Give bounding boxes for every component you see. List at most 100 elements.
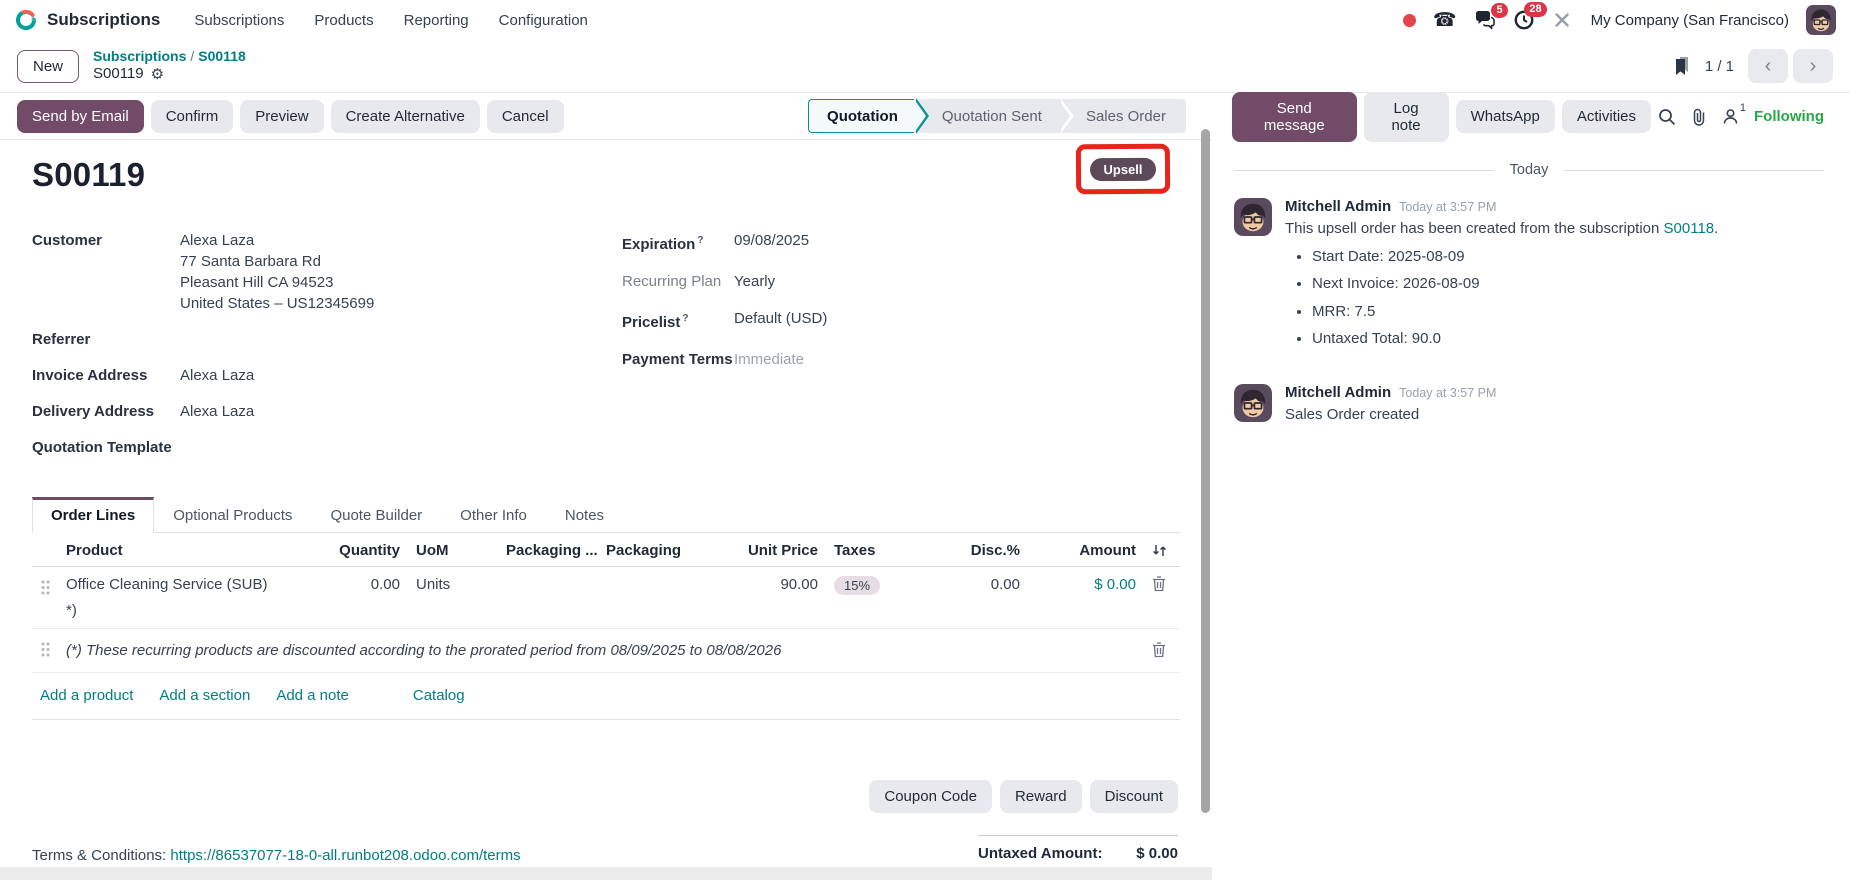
pager-next-button[interactable]: › [1793, 49, 1833, 83]
catalog-link[interactable]: Catalog [413, 687, 465, 704]
message-author-avatar[interactable] [1234, 383, 1272, 422]
field-quotation-template: Quotation Template [32, 439, 172, 456]
app-brand[interactable]: Subscriptions [14, 8, 160, 32]
whatsapp-button[interactable]: WhatsApp [1455, 100, 1555, 133]
header-product[interactable]: Product [58, 533, 308, 567]
cell-uom[interactable]: Units [408, 566, 498, 629]
status-step-quotation-sent[interactable]: Quotation Sent [913, 99, 1058, 133]
pager-previous-button[interactable]: ‹ [1748, 49, 1788, 83]
user-avatar[interactable] [1806, 5, 1836, 35]
expiration-value[interactable]: 09/08/2025 [734, 230, 809, 255]
preview-button[interactable]: Preview [240, 99, 324, 133]
attachments-icon[interactable] [1691, 108, 1707, 126]
header-unit-price[interactable]: Unit Price [716, 533, 826, 567]
add-a-note-link[interactable]: Add a note [276, 687, 349, 704]
list-item: Untaxed Total: 90.0 [1312, 328, 1718, 351]
create-alternative-button[interactable]: Create Alternative [330, 99, 480, 133]
breadcrumb-subscriptions[interactable]: Subscriptions [93, 48, 186, 64]
cancel-button[interactable]: Cancel [486, 99, 564, 133]
field-delivery-address: Delivery Address Alexa Laza [32, 401, 255, 422]
header-uom[interactable]: UoM [408, 533, 498, 567]
tab-order-lines[interactable]: Order Lines [32, 497, 155, 533]
reward-button[interactable]: Reward [999, 780, 1082, 813]
list-item: Start Date: 2025-08-09 [1312, 246, 1718, 269]
voip-phone-icon[interactable]: ☎ [1433, 11, 1457, 30]
recurring-plan-value[interactable]: Yearly [734, 271, 775, 292]
optional-columns-icon[interactable] [1144, 533, 1180, 567]
cell-packaging-qty[interactable] [498, 566, 598, 629]
field-customer: Customer Alexa Laza 77 Santa Barbara Rd … [32, 230, 375, 312]
delivery-address-value[interactable]: Alexa Laza [180, 401, 254, 422]
header-taxes[interactable]: Taxes [826, 533, 918, 567]
breadcrumb-s00118[interactable]: S00118 [198, 48, 246, 64]
cell-discount[interactable]: 0.00 [918, 566, 1028, 629]
current-record-name: S00119 [93, 65, 144, 83]
record-actions-gear-icon[interactable]: ⚙ [151, 67, 164, 82]
tab-optional-products[interactable]: Optional Products [154, 497, 311, 533]
cell-quantity[interactable]: 0.00 [308, 566, 408, 629]
terms-link[interactable]: https://86537077-18-0-all.runbot208.odoo… [170, 847, 520, 864]
message-author[interactable]: Mitchell Admin [1285, 384, 1391, 401]
log-note-button[interactable]: Log note [1363, 91, 1449, 142]
message-author-avatar[interactable] [1234, 198, 1272, 236]
company-switcher[interactable]: My Company (San Francisco) [1591, 12, 1789, 29]
list-item: MRR: 7.5 [1312, 301, 1718, 324]
discount-button[interactable]: Discount [1089, 780, 1178, 813]
bookmark-icon[interactable] [1673, 56, 1691, 76]
delete-line-icon[interactable] [1144, 566, 1180, 629]
payment-terms-value[interactable]: Immediate [734, 349, 804, 370]
field-invoice-address: Invoice Address Alexa Laza [32, 365, 255, 386]
pricelist-value[interactable]: Default (USD) [734, 308, 827, 333]
add-a-section-link[interactable]: Add a section [159, 687, 250, 704]
send-by-email-button[interactable]: Send by Email [17, 99, 144, 133]
tab-quote-builder[interactable]: Quote Builder [311, 497, 441, 533]
tools-icon[interactable] [1552, 10, 1572, 30]
cell-packaging[interactable] [598, 566, 716, 629]
menu-products[interactable]: Products [314, 12, 373, 29]
message-author[interactable]: Mitchell Admin [1285, 198, 1391, 215]
note-line-text[interactable]: (*) These recurring products are discoun… [58, 628, 1144, 673]
messages-icon[interactable]: 5 [1474, 3, 1508, 30]
field-recurring-plan: Recurring Plan Yearly [622, 271, 776, 292]
pager-counter: 1 / 1 [1704, 57, 1734, 75]
add-a-product-link[interactable]: Add a product [40, 687, 133, 704]
order-line-row[interactable]: Office Cleaning Service (SUB) *) 0.00 Un… [32, 566, 1180, 629]
invoice-address-value[interactable]: Alexa Laza [180, 365, 254, 386]
drag-handle-icon[interactable] [32, 566, 58, 629]
tax-badge[interactable]: 15% [834, 576, 881, 595]
header-packaging[interactable]: Packaging [598, 533, 716, 567]
confirm-button[interactable]: Confirm [150, 99, 234, 133]
tab-notes[interactable]: Notes [546, 497, 623, 533]
note-line-row[interactable]: (*) These recurring products are discoun… [32, 628, 1180, 673]
menu-subscriptions[interactable]: Subscriptions [194, 12, 284, 29]
status-step-sales-order[interactable]: Sales Order [1057, 99, 1186, 133]
message-text: This upsell order has been created from … [1285, 220, 1664, 237]
customer-name[interactable]: Alexa Laza [180, 230, 374, 251]
send-message-button[interactable]: Send message [1232, 91, 1357, 142]
tab-other-info[interactable]: Other Info [441, 497, 546, 533]
drag-handle-icon[interactable] [32, 628, 58, 673]
message-upsell-created: Mitchell Admin Today at 3:57 PM This ups… [1234, 198, 1824, 356]
following-toggle[interactable]: Following [1754, 108, 1824, 125]
vertical-scrollbar[interactable] [1201, 129, 1210, 813]
menu-reporting[interactable]: Reporting [404, 12, 469, 29]
followers-icon[interactable]: 1 [1722, 102, 1746, 125]
cell-unit-price[interactable]: 90.00 [716, 566, 826, 629]
activities-button[interactable]: Activities [1561, 100, 1652, 133]
delete-line-icon[interactable] [1144, 628, 1180, 673]
header-amount[interactable]: Amount [1028, 533, 1144, 567]
message-subscription-link[interactable]: S00118 [1664, 220, 1715, 237]
date-divider: Today [1234, 162, 1825, 178]
header-quantity[interactable]: Quantity [308, 533, 408, 567]
activities-clock-icon[interactable]: 28 [1513, 2, 1547, 31]
menu-configuration[interactable]: Configuration [499, 12, 588, 29]
header-packaging-qty[interactable]: Packaging ... [498, 533, 598, 567]
status-step-quotation[interactable]: Quotation [808, 99, 914, 133]
search-messages-icon[interactable] [1658, 108, 1676, 126]
header-discount[interactable]: Disc.% [918, 533, 1028, 567]
messages-badge: 5 [1491, 3, 1508, 18]
breadcrumb: Subscriptions / S00118 S00119 ⚙ [93, 47, 246, 84]
cell-product[interactable]: Office Cleaning Service (SUB) [66, 576, 300, 593]
new-button[interactable]: New [17, 49, 80, 83]
coupon-code-button[interactable]: Coupon Code [869, 780, 992, 813]
